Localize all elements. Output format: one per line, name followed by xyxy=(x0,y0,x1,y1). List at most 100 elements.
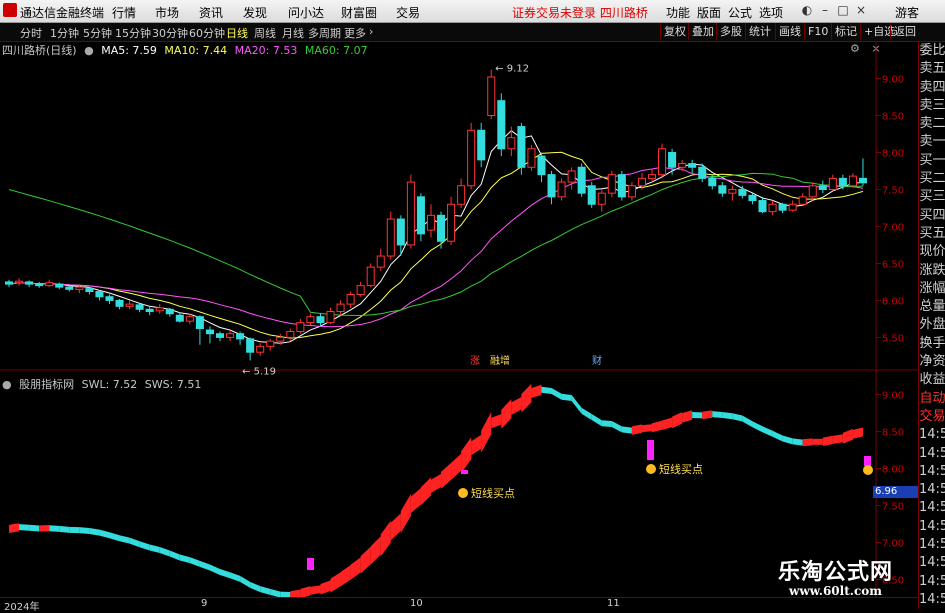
btn-statistics[interactable]: 统计 xyxy=(745,23,774,40)
maximize-icon[interactable]: □ xyxy=(836,3,850,17)
candle-up xyxy=(808,185,817,198)
minimize-icon[interactable]: – xyxy=(818,3,832,17)
side-item-13: 涨幅 xyxy=(919,280,945,296)
ribbon-down-segment xyxy=(591,414,602,427)
ribbon-down-segment xyxy=(159,546,170,557)
ribbon-up-segment xyxy=(471,434,482,456)
menu-item-market[interactable]: 市场 xyxy=(155,4,179,21)
candle-up xyxy=(366,266,375,287)
period-timeshare[interactable]: 分时 xyxy=(20,25,42,41)
candle-down xyxy=(698,166,707,179)
candle-up xyxy=(336,303,345,313)
candle-up xyxy=(386,218,395,257)
side-item-20[interactable]: 交易 xyxy=(919,408,945,426)
period-5min[interactable]: 5分钟 xyxy=(83,25,112,41)
kline-chart[interactable]: 短线买点短线买点短线买点 9.008.508.007.507.006.506.0… xyxy=(0,42,918,597)
menu-item-trade[interactable]: 交易 xyxy=(396,4,420,21)
side-item-25: 14:56 xyxy=(919,500,945,516)
candle-up xyxy=(226,333,235,338)
side-item-12: 涨跌 xyxy=(919,262,945,278)
btn-multi-stock[interactable]: 多股 xyxy=(716,23,745,40)
menu-item-ask[interactable]: 问小达 xyxy=(288,4,324,21)
ribbon-down-segment xyxy=(692,411,703,419)
period-weekly[interactable]: 周线 xyxy=(254,25,276,41)
candle-up xyxy=(637,177,646,187)
menu-item-layout[interactable]: 版面 xyxy=(697,4,721,21)
menu-item-discover[interactable]: 发现 xyxy=(243,4,267,21)
ribbon-down-segment xyxy=(199,560,210,571)
period-toolbar: 分时 1分钟 5分钟 15分钟 30分钟 60分钟 日线 周线 月线 多周期 更… xyxy=(0,23,945,42)
candle-down xyxy=(215,333,225,338)
ribbon-down-segment xyxy=(169,550,180,561)
period-more[interactable]: 更多 xyxy=(344,25,366,41)
candle-up xyxy=(276,336,285,342)
candle-down xyxy=(587,185,596,205)
trade-login-warning[interactable]: 证券交易未登录 四川路桥 xyxy=(512,4,648,21)
candle-up xyxy=(406,181,415,246)
menu-item-formula[interactable]: 公式 xyxy=(728,4,752,21)
ribbon-down-segment xyxy=(109,532,120,542)
candle-down xyxy=(165,308,174,315)
close-icon[interactable]: × xyxy=(854,3,868,17)
menu-item-news[interactable]: 资讯 xyxy=(199,4,223,21)
btn-restore-rights[interactable]: 复权 xyxy=(660,23,689,40)
menu-item-function[interactable]: 功能 xyxy=(666,4,690,21)
candle-down xyxy=(25,281,34,285)
period-daily[interactable]: 日线 xyxy=(226,25,248,41)
candle-up xyxy=(376,255,385,268)
candle-down xyxy=(35,283,44,287)
btn-f10[interactable]: F10 xyxy=(804,23,831,40)
sub-tick-label: 8.00 xyxy=(882,464,904,475)
menu-item-wealth[interactable]: 财富圈 xyxy=(341,4,377,21)
ribbon-up-segment xyxy=(370,536,381,565)
main-tick-label: 7.50 xyxy=(882,185,904,196)
chevron-right-icon[interactable]: › xyxy=(369,25,373,38)
btn-back[interactable]: 返回 xyxy=(890,23,919,40)
period-30min[interactable]: 30分钟 xyxy=(152,25,188,41)
user-guest[interactable]: 游客 xyxy=(895,4,919,21)
period-1min[interactable]: 1分钟 xyxy=(50,25,79,41)
main-tick-label: 9.00 xyxy=(882,74,904,85)
side-item-6: 买一 xyxy=(919,152,945,168)
candle-up xyxy=(346,294,355,305)
candle-up xyxy=(567,170,576,183)
ribbon-down-segment xyxy=(541,386,552,394)
ribbon-up-segment xyxy=(641,424,652,433)
ma5-line xyxy=(8,130,864,344)
ribbon-up-segment xyxy=(852,427,863,439)
candle-down xyxy=(95,291,104,298)
btn-draw-line[interactable]: 画线 xyxy=(775,23,804,40)
btn-overlay[interactable]: 叠加 xyxy=(688,23,717,40)
candle-up xyxy=(557,181,566,198)
sub-tick-label: 9.00 xyxy=(882,390,904,401)
candle-down xyxy=(818,185,827,190)
period-monthly[interactable]: 月线 xyxy=(282,25,304,41)
period-multi[interactable]: 多周期 xyxy=(308,25,341,41)
ribbon-up-segment xyxy=(451,453,462,480)
candle-up xyxy=(426,214,435,231)
high-price-label: ← 9.12 xyxy=(495,64,529,75)
period-60min[interactable]: 60分钟 xyxy=(189,25,225,41)
candle-up xyxy=(728,188,737,194)
period-15min[interactable]: 15分钟 xyxy=(115,25,151,41)
signal-bar xyxy=(307,558,314,570)
ribbon-up-segment xyxy=(682,410,693,423)
buy-point-label: 短线买点 xyxy=(471,486,515,500)
menu-item-options[interactable]: 选项 xyxy=(759,4,783,21)
event-marker: 财 xyxy=(592,354,602,367)
ribbon-up-segment xyxy=(9,523,20,534)
btn-mark[interactable]: 标记 xyxy=(831,23,860,40)
candle-down xyxy=(537,155,546,176)
skin-icon[interactable]: ◐ xyxy=(800,3,814,17)
ribbon-up-segment xyxy=(842,428,853,444)
candle-up xyxy=(467,129,476,187)
ribbon-down-segment xyxy=(732,413,743,422)
candle-down xyxy=(205,329,214,335)
main-tick-label: 8.50 xyxy=(882,111,904,122)
candle-down xyxy=(668,151,677,168)
menu-item-quotes[interactable]: 行情 xyxy=(112,4,136,21)
side-item-4: 卖二 xyxy=(919,116,945,132)
ribbon-up-segment xyxy=(320,580,331,595)
side-item-19[interactable]: 自动 xyxy=(919,390,945,408)
ribbon-up-segment xyxy=(631,424,642,435)
